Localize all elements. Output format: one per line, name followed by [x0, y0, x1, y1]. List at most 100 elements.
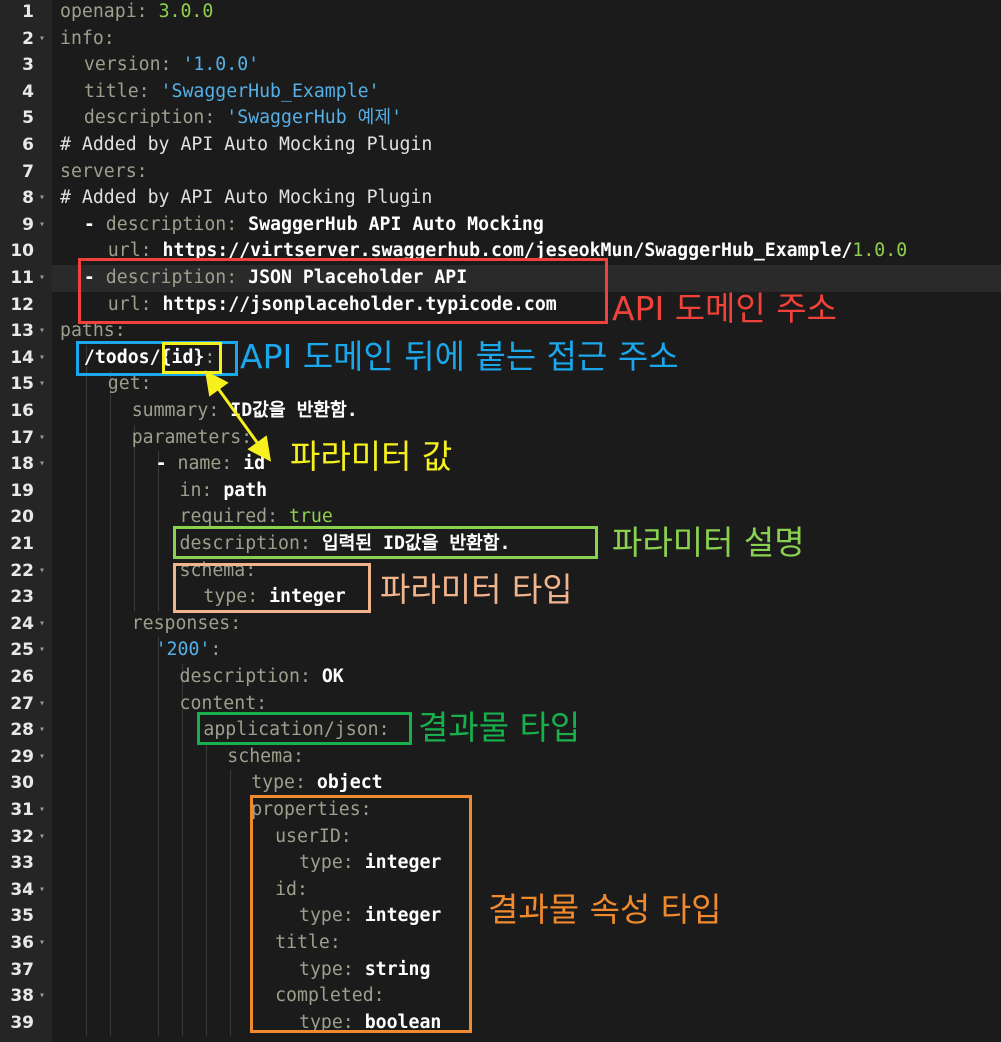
yaml-code-editor[interactable]: openapi: 3.0.0 info: version: '1.0.0' title…	[0, 0, 1001, 1042]
line-number: 32	[10, 826, 34, 847]
code-token: description:	[179, 666, 322, 687]
id-param-highlight-box	[162, 342, 222, 374]
code-token: id	[243, 453, 266, 475]
line-number: 23	[10, 587, 34, 608]
code-token: -	[83, 213, 106, 235]
fold-chevron-icon[interactable]: ▾	[37, 797, 47, 824]
code-line[interactable]: responses:	[60, 611, 242, 638]
line-number: 35	[10, 906, 34, 927]
line-number: 12	[10, 294, 34, 315]
fold-chevron-icon[interactable]: ▾	[37, 691, 47, 718]
code-line[interactable]: - description: SwaggerHub API Auto Mocki…	[60, 212, 544, 239]
code-token: '200'	[155, 639, 211, 661]
code-line[interactable]: - name: id	[60, 451, 266, 478]
fold-chevron-icon[interactable]: ▾	[37, 265, 47, 292]
line-number: 37	[10, 959, 34, 980]
code-line[interactable]: in: path	[60, 478, 268, 505]
fold-chevron-icon[interactable]: ▾	[37, 185, 47, 212]
line-number: 15	[10, 374, 34, 395]
line-number: 5	[22, 108, 34, 129]
code-line[interactable]: servers:	[60, 159, 148, 186]
fold-chevron-icon[interactable]: ▾	[37, 930, 47, 957]
fold-chevron-icon[interactable]: ▾	[37, 877, 47, 904]
line-number: 17	[10, 427, 34, 448]
fold-chevron-icon[interactable]: ▾	[37, 371, 47, 398]
fold-chevron-icon[interactable]: ▾	[37, 318, 47, 345]
fold-chevron-icon[interactable]: ▾	[37, 26, 47, 53]
code-token: # Added by API Auto Mocking Plugin	[60, 187, 433, 209]
code-line[interactable]: '200':	[60, 637, 222, 664]
result-properties-highlight-box	[250, 795, 472, 1033]
code-line[interactable]: version: '1.0.0'	[60, 52, 259, 79]
code-token: summary:	[131, 400, 231, 421]
fold-chevron-icon[interactable]: ▾	[37, 212, 47, 239]
code-token: type:	[251, 772, 317, 794]
line-number: 39	[10, 1012, 34, 1033]
code-token: object	[316, 772, 383, 794]
fold-chevron-icon[interactable]: ▾	[37, 717, 47, 744]
line-number: 24	[10, 613, 34, 634]
code-line[interactable]: parameters:	[60, 425, 252, 452]
code-token: servers:	[60, 160, 148, 182]
code-token: get:	[107, 373, 152, 395]
line-number: 14	[10, 347, 34, 368]
fold-chevron-icon[interactable]: ▾	[37, 637, 47, 664]
fold-chevron-icon[interactable]: ▾	[37, 451, 47, 478]
line-number: 22	[10, 560, 34, 581]
line-number: 38	[10, 986, 34, 1007]
code-line[interactable]: title: 'SwaggerHub_Example'	[60, 79, 380, 106]
fold-chevron-icon[interactable]: ▾	[37, 824, 47, 851]
line-number: 6	[22, 135, 34, 155]
fold-chevron-icon[interactable]: ▾	[37, 425, 47, 452]
param-type-highlight-box	[173, 563, 371, 613]
line-number: 16	[10, 401, 34, 421]
code-line[interactable]: schema:	[60, 744, 304, 771]
code-line[interactable]: # Added by API Auto Mocking Plugin	[60, 132, 432, 159]
code-line[interactable]: # Added by API Auto Mocking Plugin	[60, 185, 432, 212]
line-number: 21	[10, 534, 34, 554]
fold-chevron-icon[interactable]: ▾	[37, 983, 47, 1010]
code-line[interactable]: description: OK	[60, 664, 344, 691]
fold-chevron-icon[interactable]: ▾	[37, 558, 47, 585]
line-number: 31	[10, 800, 34, 820]
code-token: path	[223, 479, 268, 501]
code-line[interactable]: summary: ID값을 반환함.	[60, 398, 358, 425]
code-line[interactable]: description: 'SwaggerHub 예제'	[60, 105, 402, 132]
code-line[interactable]: info:	[60, 26, 115, 53]
code-token: schema:	[227, 745, 304, 767]
code-token: '1.0.0'	[182, 54, 260, 76]
fold-chevron-icon[interactable]: ▾	[37, 345, 47, 372]
code-token: SwaggerHub API Auto Mocking	[248, 213, 544, 235]
code-token: 'SwaggerHub 예제'	[226, 107, 403, 129]
code-token: 3.0.0	[158, 1, 214, 22]
path-address-label: API 도메인 뒤에 붙는 접근 주소	[240, 337, 679, 376]
fold-chevron-icon[interactable]: ▾	[37, 611, 47, 638]
code-token: OK	[321, 666, 344, 687]
fold-chevron-icon[interactable]: ▾	[37, 744, 47, 771]
line-number: 26	[10, 667, 34, 687]
result-property-type-label: 결과물 속성 타입	[488, 890, 722, 929]
code-token: description:	[105, 213, 249, 235]
code-token: true	[289, 506, 333, 528]
line-number: 11	[10, 268, 34, 288]
line-number: 28	[10, 720, 34, 741]
code-token: 'SwaggerHub_Example'	[160, 80, 380, 102]
code-token: 1.0.0	[852, 240, 908, 262]
line-number: 10	[10, 241, 34, 262]
domain-address-highlight-box	[78, 258, 608, 324]
line-number: 3	[22, 55, 34, 76]
code-line[interactable]: openapi: 3.0.0	[60, 0, 213, 26]
line-number: 25	[10, 640, 34, 661]
code-token: name:	[177, 453, 244, 475]
code-token: content:	[179, 692, 268, 714]
line-number: 29	[10, 746, 34, 767]
code-line[interactable]: type: object	[60, 770, 383, 797]
param-description-label: 파라미터 설명	[612, 523, 805, 562]
code-token: info:	[60, 27, 115, 49]
line-number: 34	[10, 879, 34, 900]
line-number: 1	[22, 2, 34, 22]
code-token: ID값을 반환함.	[230, 400, 358, 421]
code-token: parameters:	[131, 426, 253, 448]
result-type-highlight-box	[197, 712, 412, 745]
line-number: 4	[22, 81, 34, 102]
